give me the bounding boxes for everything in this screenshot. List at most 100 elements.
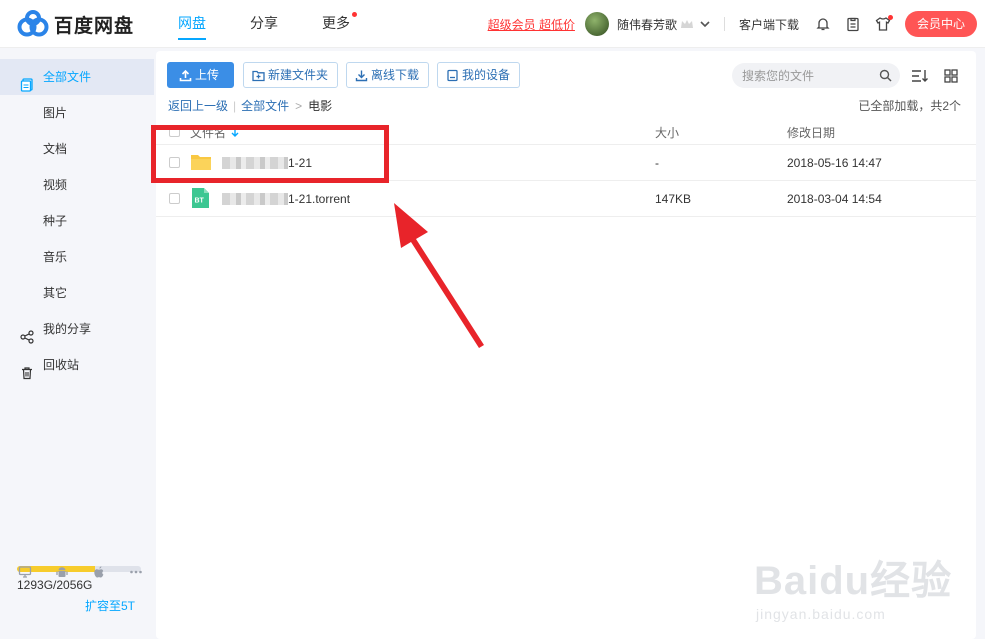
offline-download-button[interactable]: 离线下载 xyxy=(346,62,430,88)
top-bar: 百度网盘 网盘 分享 更多 超级会员 超低价 随伟春芳歌 客户端下载 会员中心 xyxy=(0,0,985,48)
files-icon xyxy=(20,70,34,92)
search-input[interactable] xyxy=(742,63,872,88)
client-download-link[interactable]: 客户端下载 xyxy=(739,16,799,33)
sidebar-item-label: 视频 xyxy=(43,178,68,192)
file-size: - xyxy=(655,156,659,170)
column-header-name[interactable]: 文件名 xyxy=(190,124,239,141)
device-icon xyxy=(447,69,458,81)
file-size: 147KB xyxy=(655,192,692,206)
my-devices-label: 我的设备 xyxy=(462,68,511,82)
toolbar: 上传 新建文件夹 离线下载 我的设备 xyxy=(167,62,528,88)
table-row[interactable]: 1-21 - 2018-05-16 14:47 xyxy=(156,145,976,181)
sidebar-item-label: 种子 xyxy=(43,214,68,228)
column-header-date[interactable]: 修改日期 xyxy=(787,124,835,141)
cloud-logo-icon xyxy=(17,10,49,37)
sidebar-item-all-files[interactable]: 全部文件 xyxy=(0,59,154,95)
view-controls xyxy=(911,68,973,84)
search-icon[interactable] xyxy=(879,69,892,82)
breadcrumb-separator: > xyxy=(295,98,303,113)
my-devices-button[interactable]: 我的设备 xyxy=(437,62,521,88)
sidebar: 全部文件 图片 文档 视频 种子 音乐 其它 我的分享 回收站 1293G/20… xyxy=(0,49,154,639)
sidebar-item-images[interactable]: 图片 xyxy=(0,95,154,131)
breadcrumb-divider: | xyxy=(233,98,237,113)
bt-torrent-icon: BT xyxy=(192,188,209,208)
android-icon[interactable] xyxy=(55,565,69,579)
breadcrumb: 返回上一级 | 全部文件 > 电影 xyxy=(168,97,332,114)
sidebar-item-torrents[interactable]: 种子 xyxy=(0,203,154,239)
upload-button[interactable]: 上传 xyxy=(167,62,235,88)
column-header-name-label: 文件名 xyxy=(190,126,227,140)
sidebar-item-label: 全部文件 xyxy=(43,70,92,84)
header-actions: 超级会员 超低价 随伟春芳歌 客户端下载 会员中心 xyxy=(488,0,977,48)
search-box xyxy=(732,63,900,88)
sort-arrow-down-icon xyxy=(231,128,239,137)
share-icon xyxy=(20,322,34,344)
sidebar-item-label: 音乐 xyxy=(43,250,68,264)
svg-text:BT: BT xyxy=(195,198,205,205)
expand-storage-link[interactable]: 扩容至5T xyxy=(85,597,135,614)
sidebar-item-videos[interactable]: 视频 xyxy=(0,167,154,203)
file-date: 2018-05-16 14:47 xyxy=(787,156,882,170)
row-checkbox[interactable] xyxy=(169,157,180,168)
column-header-size[interactable]: 大小 xyxy=(655,124,679,141)
platform-links xyxy=(18,565,166,579)
file-name-suffix: 1-21 xyxy=(288,156,313,170)
offline-download-label: 离线下载 xyxy=(371,68,420,82)
bell-icon[interactable] xyxy=(815,16,831,32)
notification-dot xyxy=(352,12,357,17)
notification-dot xyxy=(887,15,893,20)
quota-text: 1293G/2056G xyxy=(17,578,93,592)
grid-view-icon[interactable] xyxy=(942,68,960,84)
table-row[interactable]: BT 1-21.torrent 147KB 2018-03-04 14:54 xyxy=(156,181,976,217)
nav-tab-more-label: 更多 xyxy=(322,15,350,31)
upload-label: 上传 xyxy=(195,68,220,82)
brand-name: 百度网盘 xyxy=(54,15,135,37)
file-date: 2018-03-04 14:54 xyxy=(787,192,882,206)
folder-plus-icon xyxy=(252,70,265,81)
trash-icon xyxy=(20,358,34,380)
sidebar-item-music[interactable]: 音乐 xyxy=(0,239,154,275)
loaded-status: 已全部加载，共2个 xyxy=(858,99,961,113)
crown-icon xyxy=(680,20,693,28)
sidebar-item-my-shares[interactable]: 我的分享 xyxy=(0,311,154,347)
sidebar-item-recycle-bin[interactable]: 回收站 xyxy=(0,347,154,383)
upload-icon xyxy=(179,69,192,81)
breadcrumb-root-link[interactable]: 全部文件 xyxy=(241,97,289,114)
chevron-down-icon[interactable] xyxy=(700,19,710,29)
breadcrumb-current: 电影 xyxy=(308,99,333,113)
breadcrumb-back-link[interactable]: 返回上一级 xyxy=(168,97,228,114)
folder-icon xyxy=(191,155,211,170)
tshirt-icon[interactable] xyxy=(875,15,893,32)
file-name[interactable]: 1-21 xyxy=(222,156,312,170)
sidebar-item-documents[interactable]: 文档 xyxy=(0,131,154,167)
main-nav: 网盘 分享 更多 xyxy=(178,0,394,48)
avatar[interactable] xyxy=(584,12,609,36)
file-panel: 上传 新建文件夹 离线下载 我的设备 返回上一级 | 全部文件 > 电影 已全部… xyxy=(156,51,976,639)
sidebar-item-label: 我的分享 xyxy=(43,322,92,336)
sidebar-item-label: 其它 xyxy=(43,286,68,300)
file-name[interactable]: 1-21.torrent xyxy=(222,192,350,206)
select-all-checkbox[interactable] xyxy=(169,126,180,137)
new-folder-label: 新建文件夹 xyxy=(268,68,329,82)
file-name-suffix: 1-21.torrent xyxy=(288,192,351,206)
desktop-icon[interactable] xyxy=(18,565,32,579)
sidebar-item-label: 图片 xyxy=(43,106,68,120)
apple-icon[interactable] xyxy=(92,565,106,579)
nav-tab-share[interactable]: 分享 xyxy=(250,0,278,48)
nav-tab-netdisk[interactable]: 网盘 xyxy=(178,0,206,48)
brand-logo[interactable]: 百度网盘 xyxy=(16,10,134,38)
username[interactable]: 随伟春芳歌 xyxy=(617,16,677,33)
clipboard-icon[interactable] xyxy=(845,16,861,32)
sidebar-item-other[interactable]: 其它 xyxy=(0,275,154,311)
table-header: 文件名 大小 修改日期 xyxy=(156,117,976,145)
vip-promo-link[interactable]: 超级会员 超低价 xyxy=(488,16,575,33)
sidebar-item-label: 文档 xyxy=(43,142,68,156)
nav-tab-more[interactable]: 更多 xyxy=(322,0,357,48)
download-icon xyxy=(355,70,368,81)
row-checkbox[interactable] xyxy=(169,193,180,204)
vip-center-button[interactable]: 会员中心 xyxy=(904,11,977,37)
redacted-text xyxy=(222,157,288,169)
new-folder-button[interactable]: 新建文件夹 xyxy=(243,62,339,88)
more-dots-icon[interactable] xyxy=(129,565,143,579)
sort-list-icon[interactable] xyxy=(911,68,929,84)
